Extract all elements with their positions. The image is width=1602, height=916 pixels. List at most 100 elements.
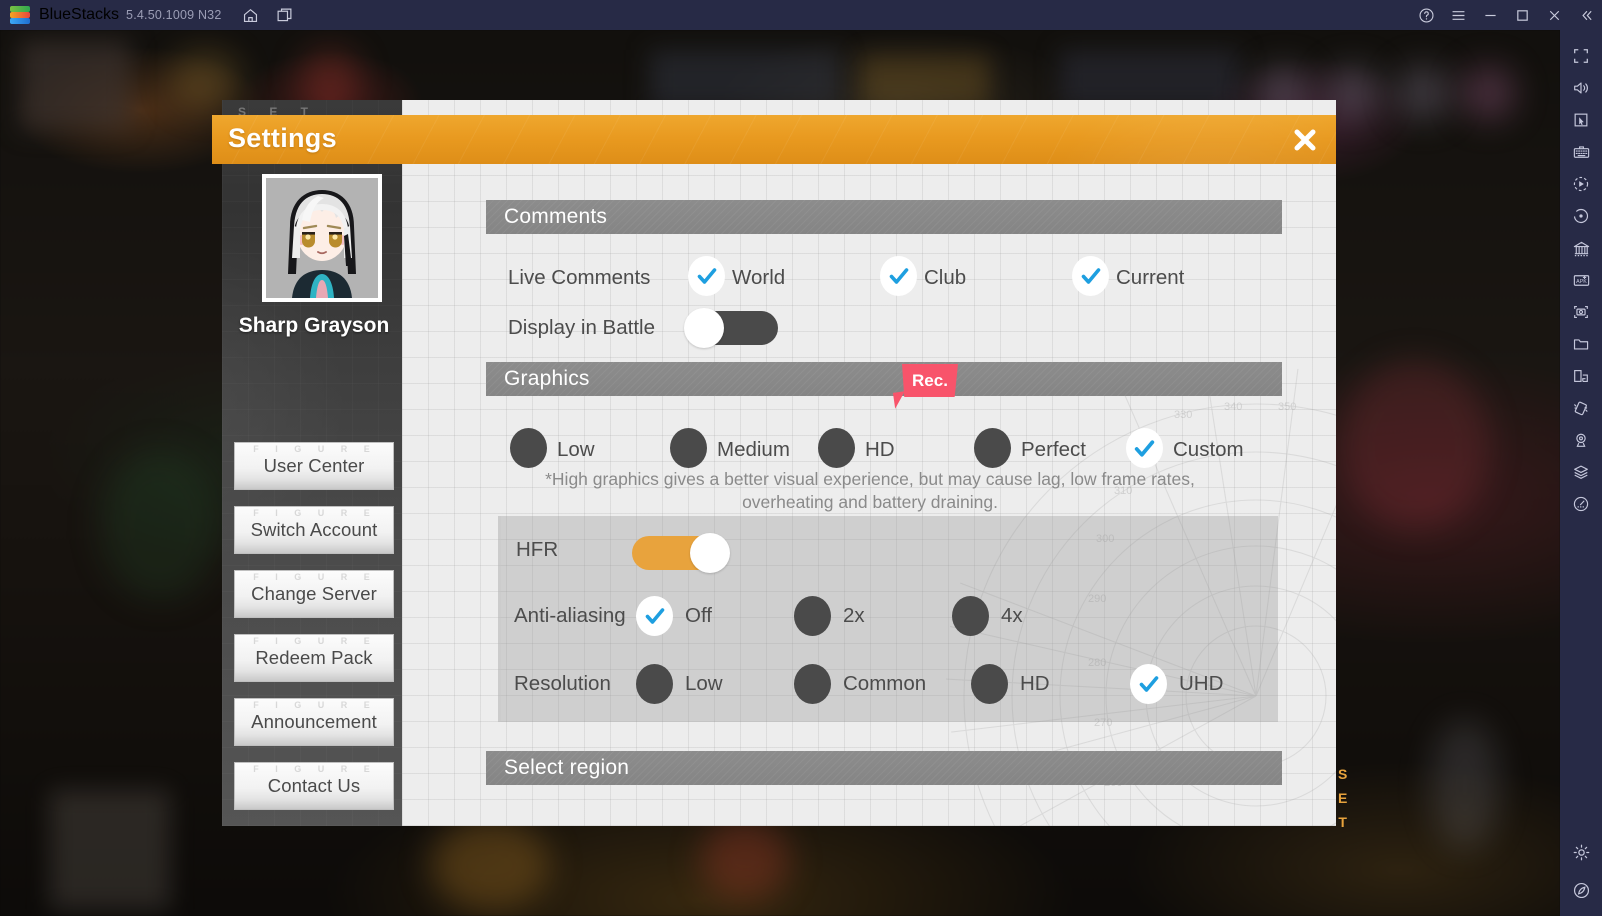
graphics-title: Graphics xyxy=(504,367,590,390)
copy-to-pc-icon[interactable] xyxy=(1564,360,1598,392)
graphics-perfect-label: Perfect xyxy=(1021,438,1086,461)
live-comments-world-checkbox[interactable] xyxy=(688,256,725,296)
cursor-icon[interactable] xyxy=(1564,104,1598,136)
button-watermark: F I G U R E xyxy=(253,700,377,710)
settings-dialog: S E T Sharp Grayson F I G U R E User Cen… xyxy=(212,96,1336,826)
media-folder-icon[interactable] xyxy=(1564,328,1598,360)
app-name: BlueStacks xyxy=(39,6,120,23)
titlebar-controls xyxy=(1410,0,1602,30)
change-server-button[interactable]: F I G U R E Change Server xyxy=(234,570,394,618)
resolution-uhd-radio[interactable] xyxy=(1130,664,1167,704)
announcement-label: Announcement xyxy=(251,711,377,732)
svg-text:330: 330 xyxy=(1174,409,1192,421)
hfr-toggle[interactable] xyxy=(632,533,730,573)
comments-section-header: Comments xyxy=(486,200,1282,234)
svg-text:350: 350 xyxy=(1278,401,1296,413)
watermark-set-side: S E T xyxy=(1338,762,1348,834)
multi-instance-manager-icon[interactable] xyxy=(1564,232,1598,264)
screenshot-icon[interactable] xyxy=(1564,296,1598,328)
profile-panel: S E T Sharp Grayson F I G U R E User Cen… xyxy=(222,100,406,826)
location-icon[interactable] xyxy=(1564,424,1598,456)
graphics-medium-label: Medium xyxy=(717,438,790,461)
announcement-button[interactable]: F I G U R E Announcement xyxy=(234,698,394,746)
anti-aliasing-off-radio[interactable] xyxy=(636,596,673,636)
settings-gear-icon[interactable] xyxy=(1564,836,1598,868)
change-server-label: Change Server xyxy=(251,583,377,604)
eco-mode-icon[interactable] xyxy=(1564,874,1598,906)
live-comments-world-label: World xyxy=(732,266,786,289)
avatar[interactable] xyxy=(262,174,382,302)
switch-account-label: Switch Account xyxy=(250,519,378,540)
graphics-note-line2: overheating and battery draining. xyxy=(742,492,998,512)
svg-text:340: 340 xyxy=(1224,401,1242,413)
graphics-medium-radio[interactable] xyxy=(670,428,707,468)
macro-record-icon[interactable] xyxy=(1564,168,1598,200)
user-center-label: User Center xyxy=(263,455,365,476)
button-watermark: F I G U R E xyxy=(253,572,377,582)
fullscreen-icon[interactable] xyxy=(1564,40,1598,72)
rec-badge: Rec. xyxy=(902,364,958,397)
graphics-perfect-radio[interactable] xyxy=(974,428,1011,468)
anti-aliasing-2x-radio[interactable] xyxy=(794,596,831,636)
select-region-section-header: Select region xyxy=(486,751,1282,785)
shake-icon[interactable] xyxy=(1564,392,1598,424)
graphics-low-radio[interactable] xyxy=(510,428,547,468)
maximize-icon[interactable] xyxy=(1506,0,1538,30)
rotate-icon[interactable] xyxy=(1564,200,1598,232)
resolution-common-radio[interactable] xyxy=(794,664,831,704)
set-letter-t: T xyxy=(1338,814,1348,830)
bluestacks-logo xyxy=(10,5,30,25)
resolution-low-label: Low xyxy=(685,672,723,695)
avatar-image xyxy=(266,178,378,298)
close-dialog-button[interactable] xyxy=(1286,121,1324,159)
redeem-pack-label: Redeem Pack xyxy=(255,647,373,668)
help-icon[interactable] xyxy=(1410,0,1442,30)
layers-icon[interactable] xyxy=(1564,456,1598,488)
keyboard-icon[interactable] xyxy=(1564,136,1598,168)
screen-root: BlueStacks 5.4.50.1009 N32 APK S E T Sha… xyxy=(0,0,1602,916)
set-letter-e: E xyxy=(1338,790,1349,806)
profile-buttons: F I G U R E User Center F I G U R E Swit… xyxy=(234,442,394,826)
graphics-note-line1: *High graphics gives a better visual exp… xyxy=(545,469,1195,489)
install-apk-icon[interactable]: APK xyxy=(1564,264,1598,296)
live-comments-current-checkbox[interactable] xyxy=(1072,256,1109,296)
close-icon[interactable] xyxy=(1538,0,1570,30)
contact-us-button[interactable]: F I G U R E Contact Us xyxy=(234,762,394,810)
volume-icon[interactable] xyxy=(1564,72,1598,104)
contact-us-label: Contact Us xyxy=(267,775,361,796)
collapse-icon[interactable] xyxy=(1570,0,1602,30)
live-comments-label: Live Comments xyxy=(508,266,651,289)
resolution-hd-radio[interactable] xyxy=(971,664,1008,704)
live-comments-club-checkbox[interactable] xyxy=(880,256,917,296)
button-watermark: F I G U R E xyxy=(253,508,377,518)
resolution-common-label: Common xyxy=(843,672,927,695)
anti-aliasing-4x-radio[interactable] xyxy=(952,596,989,636)
resolution-label: Resolution xyxy=(514,672,611,695)
graphics-hd-radio[interactable] xyxy=(818,428,855,468)
settings-content: 330340350 320310300 290280270 260250 Com… xyxy=(402,100,1336,826)
multi-instance-icon[interactable] xyxy=(270,0,300,30)
dialog-title: Settings xyxy=(228,123,337,153)
hfr-label: HFR xyxy=(516,538,559,561)
comments-title: Comments xyxy=(504,205,608,228)
anti-aliasing-4x-label: 4x xyxy=(1001,604,1023,627)
home-icon[interactable] xyxy=(236,0,266,30)
button-watermark: F I G U R E xyxy=(253,636,377,646)
app-version: 5.4.50.1009 N32 xyxy=(126,8,222,22)
set-letter-s: S xyxy=(1338,766,1349,782)
minimize-icon[interactable] xyxy=(1474,0,1506,30)
switch-account-button[interactable]: F I G U R E Switch Account xyxy=(234,506,394,554)
dialog-header: Settings xyxy=(212,115,1336,164)
menu-icon[interactable] xyxy=(1442,0,1474,30)
performance-icon[interactable] xyxy=(1564,488,1598,520)
user-center-button[interactable]: F I G U R E User Center xyxy=(234,442,394,490)
redeem-pack-button[interactable]: F I G U R E Redeem Pack xyxy=(234,634,394,682)
bluestacks-sidebar: APK xyxy=(1560,30,1602,916)
resolution-uhd-label: UHD xyxy=(1179,672,1224,695)
resolution-low-radio[interactable] xyxy=(636,664,673,704)
player-name: Sharp Grayson xyxy=(238,314,390,337)
graphics-custom-radio[interactable] xyxy=(1126,428,1163,468)
display-in-battle-label: Display in Battle xyxy=(508,316,655,339)
anti-aliasing-off-label: Off xyxy=(685,604,712,627)
display-in-battle-toggle[interactable] xyxy=(684,308,778,348)
